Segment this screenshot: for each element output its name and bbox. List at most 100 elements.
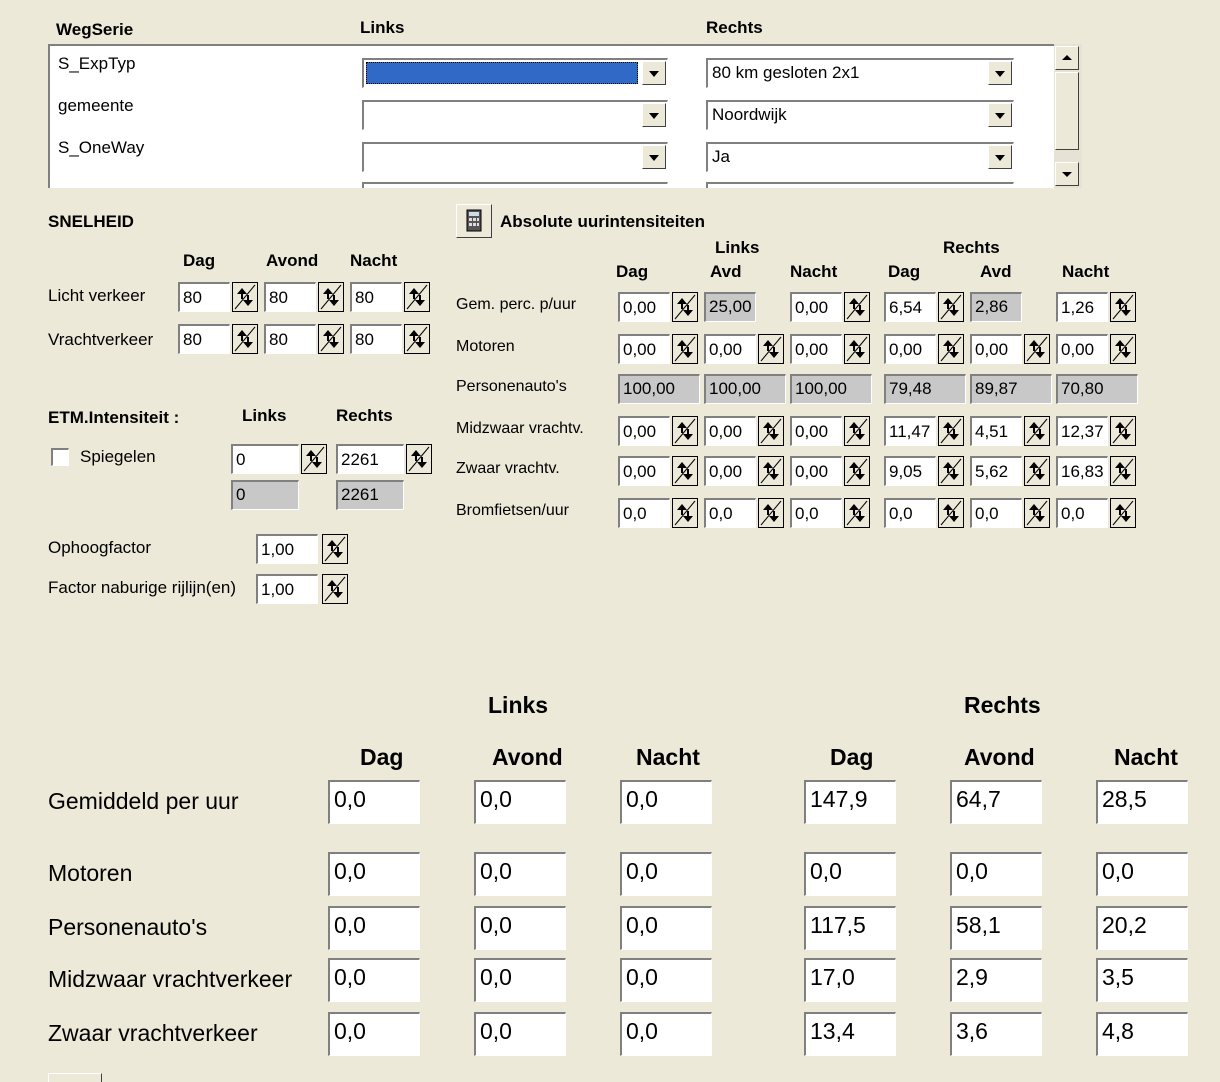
results-value: 117,5 (804, 906, 896, 950)
abs-value-spin[interactable] (672, 498, 698, 528)
abs-value-input[interactable] (704, 416, 756, 446)
vracht-speed-input[interactable] (264, 324, 316, 354)
etm-links-spin[interactable] (301, 444, 327, 474)
abs-value-input[interactable] (884, 334, 936, 364)
abs-value-spin[interactable] (938, 498, 964, 528)
abs-value-spin[interactable] (758, 416, 784, 446)
abs-value-input[interactable] (1056, 498, 1108, 528)
spiegelen-checkbox[interactable] (51, 448, 69, 466)
abs-value-spin[interactable] (844, 498, 870, 528)
calculator-button[interactable] (456, 204, 492, 238)
abs-value-input[interactable] (618, 334, 670, 364)
abs-value-spin[interactable] (1024, 416, 1050, 446)
combo-rechts[interactable]: 80 km gesloten 2x1 (706, 58, 1014, 88)
wegserie-scrollbar[interactable] (1054, 44, 1082, 188)
abs-row-label: Bromfietsen/uur (456, 502, 569, 519)
abs-value-input[interactable] (618, 456, 670, 486)
abs-value-spin[interactable] (1110, 292, 1136, 322)
vracht-speed-input[interactable] (350, 324, 402, 354)
combo-links[interactable] (362, 142, 668, 172)
abs-value-spin[interactable] (1024, 334, 1050, 364)
abs-value-input[interactable] (790, 416, 842, 446)
abs-value-input[interactable] (790, 292, 842, 322)
abs-value-input[interactable] (970, 334, 1022, 364)
abs-value-input[interactable] (970, 498, 1022, 528)
abs-value-spin[interactable] (844, 334, 870, 364)
abs-value-spin[interactable] (1024, 456, 1050, 486)
abs-value-input[interactable] (970, 456, 1022, 486)
abs-value-spin[interactable] (672, 292, 698, 322)
scroll-thumb[interactable] (1055, 72, 1079, 150)
abs-value-input[interactable] (1056, 416, 1108, 446)
licht-speed-input[interactable] (350, 282, 402, 312)
abs-value-input[interactable] (618, 416, 670, 446)
abs-value-input[interactable] (970, 416, 1022, 446)
combo-links-partial[interactable] (362, 182, 668, 188)
abs-value-input[interactable] (704, 498, 756, 528)
abs-value-spin[interactable] (1110, 416, 1136, 446)
chevron-down-icon[interactable] (988, 61, 1012, 85)
vracht-speed-input[interactable] (178, 324, 230, 354)
abs-value-input[interactable] (884, 456, 936, 486)
combo-links[interactable] (362, 100, 668, 130)
abs-value-input[interactable] (790, 334, 842, 364)
chevron-down-icon[interactable] (642, 145, 666, 169)
arrow-up-icon (1062, 55, 1072, 60)
chevron-down-icon[interactable] (642, 103, 666, 127)
abs-value-spin[interactable] (844, 292, 870, 322)
ophoogfactor-input[interactable] (256, 534, 318, 564)
abs-value-spin[interactable] (938, 456, 964, 486)
licht-speed-spin[interactable] (232, 282, 258, 312)
abs-value-spin[interactable] (938, 334, 964, 364)
abs-value-input[interactable] (1056, 456, 1108, 486)
abs-value-input[interactable] (790, 456, 842, 486)
vracht-speed-spin[interactable] (232, 324, 258, 354)
chevron-down-icon[interactable] (988, 145, 1012, 169)
abs-value-spin[interactable] (1024, 498, 1050, 528)
etm-links-input[interactable] (231, 444, 299, 474)
chevron-down-icon[interactable] (642, 61, 666, 85)
abs-value-spin[interactable] (938, 416, 964, 446)
abs-value-input[interactable] (618, 292, 670, 322)
wegserie-grid[interactable]: S_ExpTyp 80 km gesloten 2x1 gemeente Noordw… (48, 44, 1082, 188)
licht-speed-input[interactable] (178, 282, 230, 312)
vracht-speed-spin[interactable] (404, 324, 430, 354)
factor-naburig-spin[interactable] (322, 574, 348, 604)
abs-value-spin[interactable] (758, 498, 784, 528)
abs-value-input[interactable] (1056, 292, 1108, 322)
abs-value-spin[interactable] (758, 334, 784, 364)
abs-value-input[interactable] (1056, 334, 1108, 364)
scroll-up-button[interactable] (1055, 46, 1079, 70)
abs-value-input[interactable] (618, 498, 670, 528)
abs-value-spin[interactable] (844, 456, 870, 486)
combo-rechts[interactable]: Ja (706, 142, 1014, 172)
chevron-down-icon[interactable] (988, 103, 1012, 127)
abs-value-input[interactable] (884, 498, 936, 528)
abs-value-spin[interactable] (758, 456, 784, 486)
licht-speed-spin[interactable] (404, 282, 430, 312)
abs-value-spin[interactable] (1110, 498, 1136, 528)
licht-speed-spin[interactable] (318, 282, 344, 312)
combo-rechts[interactable]: Noordwijk (706, 100, 1014, 130)
abs-value-spin[interactable] (1110, 334, 1136, 364)
abs-value-spin[interactable] (672, 334, 698, 364)
abs-value-input[interactable] (884, 292, 936, 322)
combo-rechts-partial[interactable] (706, 182, 1014, 188)
abs-value-spin[interactable] (844, 416, 870, 446)
vracht-speed-spin[interactable] (318, 324, 344, 354)
abs-value-input[interactable] (790, 498, 842, 528)
ophoogfactor-spin[interactable] (322, 534, 348, 564)
abs-value-spin[interactable] (938, 292, 964, 322)
abs-value-spin[interactable] (672, 456, 698, 486)
abs-value-input[interactable] (704, 334, 756, 364)
abs-value-input[interactable] (704, 456, 756, 486)
licht-speed-input[interactable] (264, 282, 316, 312)
etm-rechts-spin[interactable] (406, 444, 432, 474)
abs-value-input[interactable] (884, 416, 936, 446)
combo-links[interactable] (362, 58, 668, 88)
factor-naburig-input[interactable] (256, 574, 318, 604)
abs-value-spin[interactable] (672, 416, 698, 446)
abs-value-spin[interactable] (1110, 456, 1136, 486)
scroll-down-button[interactable] (1055, 162, 1079, 186)
etm-rechts-input[interactable] (336, 444, 404, 474)
